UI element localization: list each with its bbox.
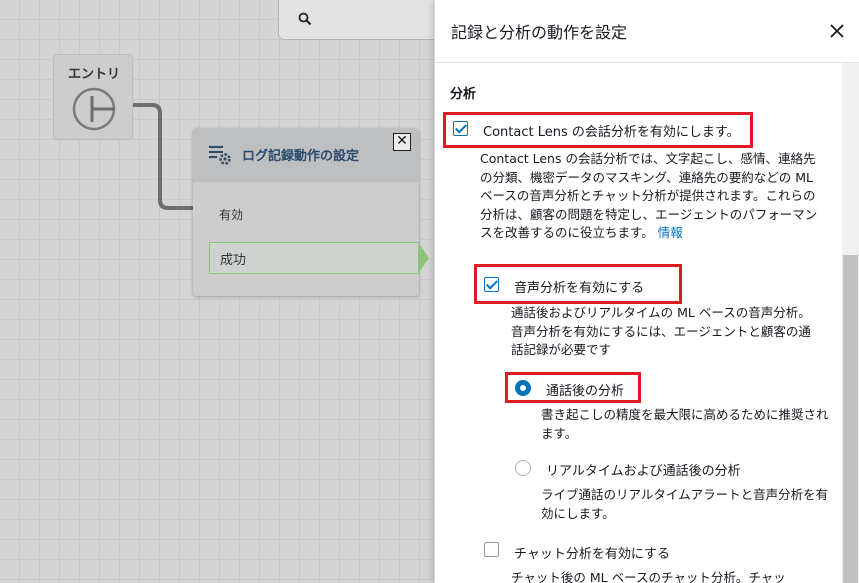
post-call-radio[interactable] <box>515 380 531 396</box>
chat-analytics-description: チャット後の ML ベースのチャット分析。チャッ <box>511 570 786 583</box>
realtime-description: ライブ通話のリアルタイムアラートと音声分析を有効にします。 <box>541 487 829 521</box>
speech-analytics-checkbox[interactable] <box>484 277 499 292</box>
block-header: ログ記録動作の設定 ✕ <box>193 128 419 182</box>
contact-lens-label[interactable]: Contact Lens の会話分析を有効にします。 <box>483 121 740 140</box>
realtime-radio[interactable] <box>515 460 531 476</box>
section-heading: 分析 <box>450 87 477 102</box>
search-icon <box>298 12 312 26</box>
speech-analytics-description: 通話後およびリアルタイムの ML ベースの音声分析。音声分析を有効にするには、エ… <box>511 305 811 357</box>
scrollbar-thumb[interactable] <box>843 255 858 583</box>
description-text: Contact Lens の会話分析では、文字起こし、感情、連絡先の分類、機密デ… <box>480 151 818 240</box>
contact-lens-description: Contact Lens の会話分析では、文字起こし、感情、連絡先の分類、機密デ… <box>480 150 820 243</box>
start-icon <box>72 87 116 131</box>
entry-title: エントリ <box>67 67 120 82</box>
post-call-description: 書き起こしの精度を最大限に高めるために推奨されます。 <box>541 407 829 441</box>
realtime-label[interactable]: リアルタイムおよび通話後の分析 <box>546 460 741 479</box>
close-icon[interactable] <box>829 23 845 39</box>
log-settings-icon <box>209 146 231 165</box>
panel-title: 記録と分析の動作を設定 <box>451 23 628 42</box>
info-link[interactable]: 情報 <box>658 225 683 240</box>
input-label: 有効 <box>219 208 244 222</box>
chat-analytics-checkbox[interactable] <box>484 542 499 557</box>
post-call-label[interactable]: 通話後の分析 <box>546 380 624 399</box>
branch-connector-tip[interactable] <box>418 242 430 274</box>
panel-header: 記録と分析の動作を設定 <box>435 0 859 63</box>
contact-lens-checkbox[interactable] <box>453 121 468 136</box>
chat-analytics-label[interactable]: チャット分析を有効にする <box>514 543 670 562</box>
log-settings-block[interactable]: ログ記録動作の設定 ✕ 有効 成功 <box>193 128 429 296</box>
close-icon[interactable]: ✕ <box>393 133 411 151</box>
search-box[interactable] <box>278 0 458 40</box>
speech-analytics-label[interactable]: 音声分析を有効にする <box>514 277 644 296</box>
branch-label: 成功 <box>220 253 247 268</box>
block-title: ログ記録動作の設定 <box>242 149 360 164</box>
branch-success[interactable]: 成功 <box>209 242 419 274</box>
entry-block[interactable]: エントリ <box>53 54 133 140</box>
